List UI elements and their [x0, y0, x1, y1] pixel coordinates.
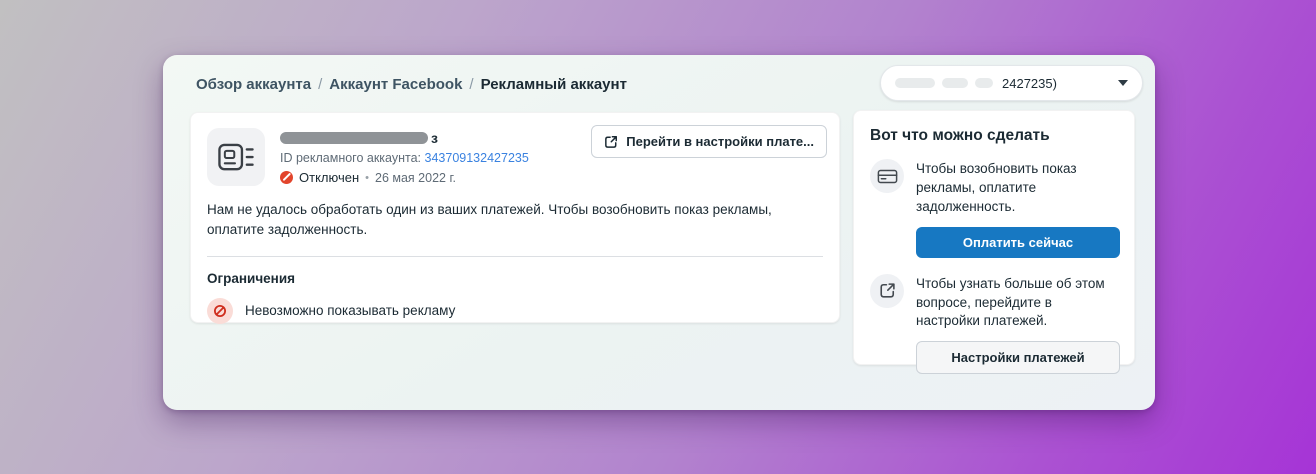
external-link-icon	[605, 135, 618, 148]
breadcrumb-separator: /	[469, 76, 474, 93]
redacted-text	[975, 78, 993, 88]
ad-account-icon	[218, 143, 254, 170]
ad-account-info: з ID рекламного аккаунта: 34370913242723…	[280, 128, 529, 186]
action-item-payment-settings: Чтобы узнать больше об этом вопросе, пер…	[870, 273, 1118, 332]
status-label: Отключен	[299, 170, 360, 185]
pay-now-button[interactable]: Оплатить сейчас	[916, 226, 1120, 258]
restriction-item: Невозможно показывать рекламу	[207, 297, 823, 324]
divider	[207, 255, 823, 257]
ad-account-id-line: ID рекламного аккаунта: 343709132427235	[280, 151, 529, 165]
payment-settings-button[interactable]: Настройки платежей	[916, 341, 1120, 375]
account-selector-value: 2427235)	[1002, 75, 1057, 91]
ad-account-name: з	[280, 130, 529, 146]
account-selector-dropdown[interactable]: 2427235)	[880, 65, 1143, 101]
pay-balance-text: Чтобы возобновить показ рекламы, оплатит…	[916, 161, 1077, 214]
chevron-down-icon	[1118, 80, 1128, 86]
ad-account-status-line: Отключен • 26 мая 2022 г.	[280, 170, 529, 185]
ad-account-id-label: ID рекламного аккаунта:	[280, 151, 422, 165]
status-separator: •	[365, 171, 369, 184]
payment-settings-text: Чтобы узнать больше об этом вопросе, пер…	[916, 275, 1105, 329]
ad-account-card: з ID рекламного аккаунта: 34370913242723…	[190, 112, 840, 324]
action-panel: Вот что можно сделать Чтобы возобновить …	[853, 110, 1135, 375]
go-to-payment-settings-label: Перейти в настройки плате...	[626, 134, 814, 149]
go-to-payment-settings-button[interactable]: Перейти в настройки плате...	[591, 125, 827, 158]
breadcrumb: Обзор аккаунта / Аккаунт Facebook / Рекл…	[196, 76, 627, 93]
redacted-text	[942, 78, 968, 88]
payment-issue-description: Нам не удалось обработать один из ваших …	[207, 202, 772, 238]
credit-card-icon	[870, 159, 904, 193]
action-item-pay-balance: Чтобы возобновить показ рекламы, оплатит…	[870, 159, 1118, 217]
ad-account-avatar	[207, 128, 265, 186]
ad-account-header: з ID рекламного аккаунта: 34370913242723…	[191, 113, 839, 186]
account-name-redacted	[280, 132, 428, 144]
restriction-label: Невозможно показывать рекламу	[245, 303, 456, 318]
breadcrumb-item-ad-account: Рекламный аккаунт	[480, 76, 627, 93]
breadcrumb-separator: /	[318, 76, 323, 93]
restrictions-title: Ограничения	[207, 270, 296, 286]
breadcrumb-item-facebook-account[interactable]: Аккаунт Facebook	[329, 76, 462, 93]
ad-account-id-link[interactable]: 343709132427235	[425, 151, 529, 165]
breadcrumb-item-account-overview[interactable]: Обзор аккаунта	[196, 76, 311, 93]
account-overview-panel: Обзор аккаунта / Аккаунт Facebook / Рекл…	[163, 55, 1155, 410]
external-link-icon	[870, 273, 904, 308]
redacted-text	[895, 78, 935, 88]
status-date: 26 мая 2022 г.	[375, 170, 456, 185]
disabled-status-icon	[280, 171, 293, 184]
cannot-run-ads-icon	[207, 297, 233, 324]
account-name-suffix: з	[431, 130, 438, 146]
action-panel-title: Вот что можно сделать	[870, 127, 1050, 144]
